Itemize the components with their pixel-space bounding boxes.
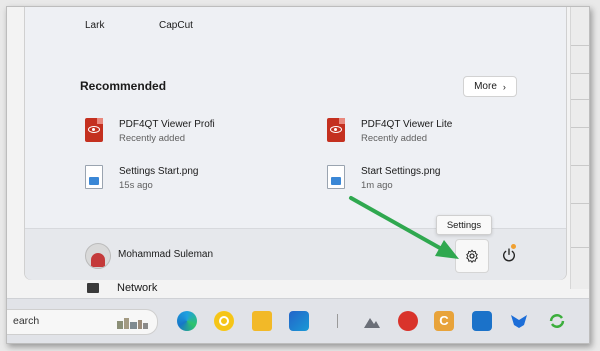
mail-icon[interactable] (472, 311, 492, 331)
chrome-icon[interactable] (214, 311, 234, 331)
taskbar-separator (337, 314, 338, 328)
screenshot-frame: Lark CapCut Recommended More › PDF4QT Vi… (6, 6, 590, 344)
taskbar: earch C (7, 298, 589, 343)
app-green-icon[interactable] (547, 311, 567, 331)
search-highlight-icon (117, 318, 148, 329)
file-explorer-icon[interactable] (252, 311, 272, 331)
app-bird-icon[interactable] (509, 311, 529, 331)
store-icon[interactable] (289, 311, 309, 331)
app-c-icon[interactable]: C (434, 311, 454, 331)
search-input[interactable]: earch (13, 315, 39, 327)
edge-icon[interactable] (177, 311, 197, 331)
network-icon (87, 283, 99, 293)
app-triangle-icon[interactable] (362, 311, 382, 331)
search-box[interactable]: earch (7, 309, 158, 335)
app-red-circle-icon[interactable] (398, 311, 418, 331)
network-label[interactable]: Network (117, 282, 157, 294)
